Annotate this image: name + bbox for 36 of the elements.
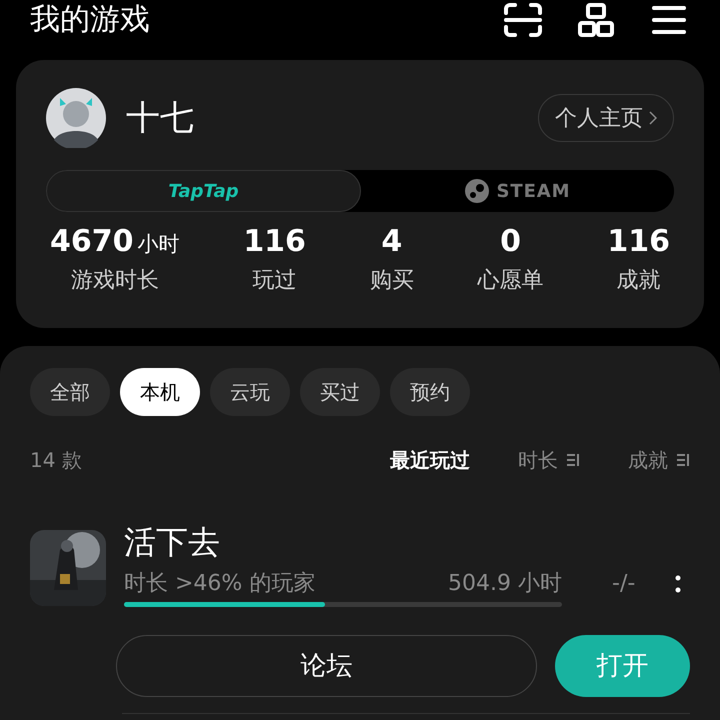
filter-chip[interactable]: 预约 [390, 368, 470, 416]
stat-label: 购买 [370, 267, 414, 295]
game-title: 活下去 [124, 522, 221, 563]
stat-unit: 小时 [138, 231, 180, 258]
game-count: 14 款 [30, 447, 83, 474]
sort-option[interactable]: 时长 [518, 445, 580, 475]
filter-chip[interactable]: 本机 [120, 368, 200, 416]
stat-label: 游戏时长 [70, 267, 159, 295]
playtime-rank: 时长 >46% 的玩家 [124, 570, 316, 598]
stat-label: 玩过 [252, 267, 297, 295]
achievement-count: -/- [612, 570, 636, 598]
forum-button[interactable]: 论坛 [116, 635, 537, 697]
filter-chip[interactable]: 云玩 [210, 368, 290, 416]
steam-icon [464, 179, 489, 203]
sort-option[interactable]: 成就 [628, 445, 690, 475]
more-icon[interactable] [675, 575, 682, 593]
profile-home-button[interactable]: 个人主页 [538, 94, 674, 142]
stat-value: 0 [500, 223, 521, 261]
chevron-right-icon [649, 111, 657, 125]
stat-label: 心愿单 [478, 267, 544, 295]
filter-chip[interactable]: 全部 [30, 368, 110, 416]
user-name: 十七 [126, 96, 195, 140]
sort-option[interactable]: 最近玩过 [390, 445, 470, 475]
stat-value: 116 [243, 223, 306, 261]
stat-value: 116 [607, 223, 670, 261]
filter-chip[interactable]: 买过 [300, 368, 380, 416]
scan-icon[interactable] [504, 3, 542, 37]
apps-icon[interactable] [578, 3, 614, 37]
menu-icon[interactable] [652, 5, 686, 35]
stat-value: 4670 [50, 223, 134, 261]
platform-tab[interactable]: TapTap [46, 170, 361, 212]
stat-label: 成就 [616, 267, 661, 295]
page-title: 我的游戏 [30, 5, 151, 35]
stat-value: 4 [381, 223, 402, 261]
playtime-hours: 504.9 小时 [448, 570, 562, 598]
avatar [46, 88, 106, 148]
